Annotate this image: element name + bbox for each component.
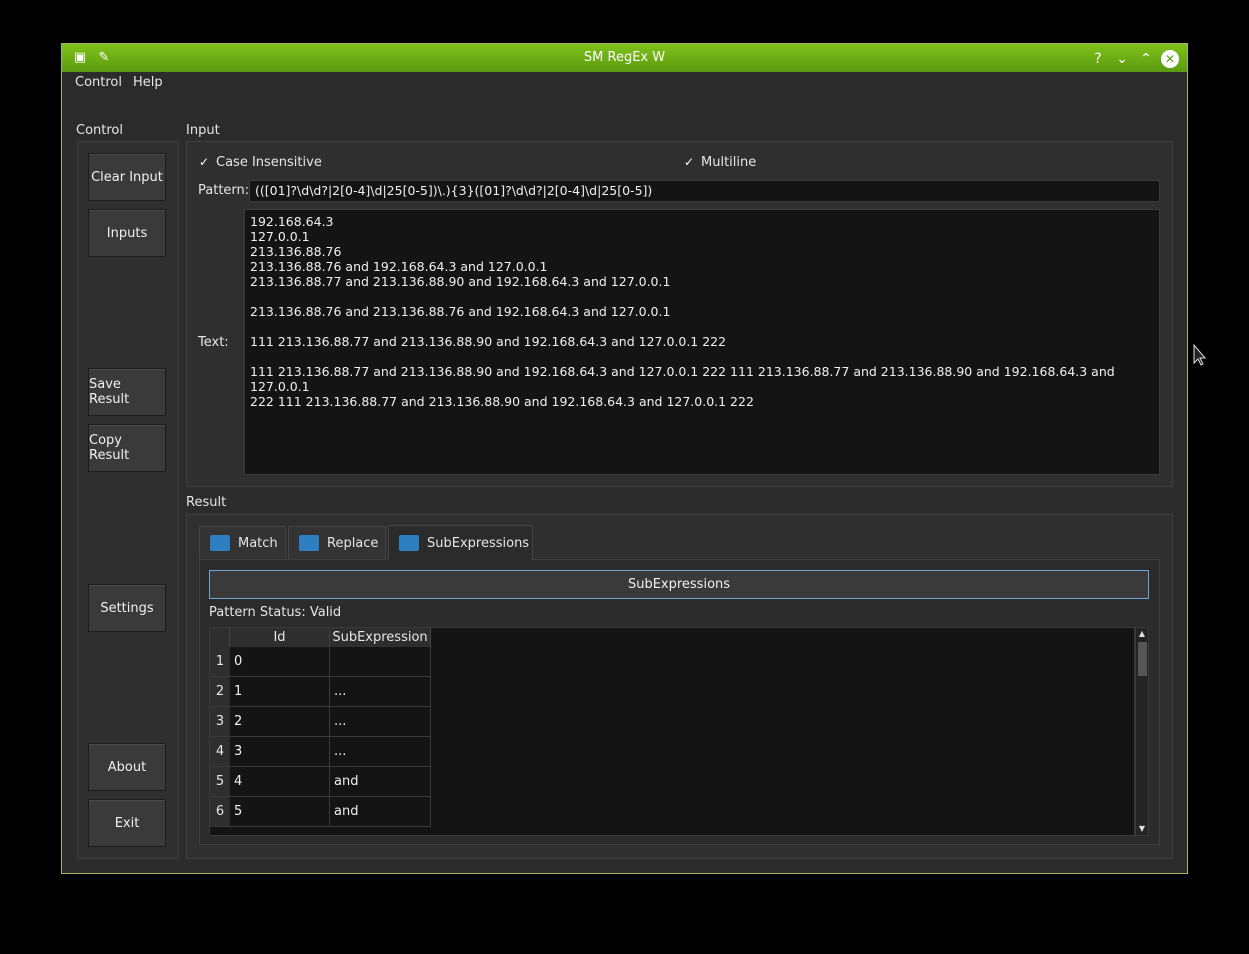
pattern-label: Pattern: <box>198 183 250 198</box>
row-number[interactable]: 6 <box>210 797 230 827</box>
result-group-title: Result <box>186 495 227 510</box>
checkmark-icon: ✓ <box>684 155 695 169</box>
checkmark-icon: ✓ <box>199 155 210 169</box>
window-title: SM RegEx W <box>583 50 666 65</box>
case-insensitive-checkbox[interactable]: ✓ Case Insensitive <box>199 155 322 170</box>
cell-subexpression[interactable]: and <box>330 797 431 827</box>
scroll-down-icon[interactable]: ▼ <box>1136 823 1148 835</box>
cell-id[interactable]: 0 <box>230 647 330 677</box>
cell-id[interactable]: 2 <box>230 707 330 737</box>
cell-subexpression[interactable]: and <box>330 767 431 797</box>
row-number[interactable]: 1 <box>210 647 230 677</box>
row-number[interactable]: 4 <box>210 737 230 767</box>
row-number[interactable]: 2 <box>210 677 230 707</box>
close-icon[interactable]: ✕ <box>1161 50 1179 68</box>
subexpressions-icon <box>399 535 419 551</box>
match-icon <box>210 535 230 551</box>
pattern-input[interactable]: (([01]?\d\d?|2[0-4]\d|25[0-5])\.){3}([01… <box>249 180 1160 202</box>
cell-subexpression[interactable]: ... <box>330 737 431 767</box>
tab-subexpressions[interactable]: SubExpressions <box>388 525 533 560</box>
mouse-cursor-icon <box>1193 344 1207 366</box>
cell-id[interactable]: 4 <box>230 767 330 797</box>
control-group-title: Control <box>76 123 123 138</box>
table-corner <box>210 628 230 647</box>
tab-subexpressions-label: SubExpressions <box>427 535 530 551</box>
cell-id[interactable]: 3 <box>230 737 330 767</box>
tab-match[interactable]: Match <box>199 526 286 559</box>
tab-match-label: Match <box>238 535 278 551</box>
scrollbar-thumb[interactable] <box>1138 642 1147 676</box>
settings-button[interactable]: Settings <box>88 584 166 632</box>
multiline-checkbox[interactable]: ✓ Multiline <box>684 155 756 170</box>
case-insensitive-label: Case Insensitive <box>216 155 322 170</box>
table-scrollbar[interactable]: ▲ ▼ <box>1135 627 1149 836</box>
text-label: Text: <box>198 335 229 350</box>
row-number[interactable]: 5 <box>210 767 230 797</box>
scroll-up-icon[interactable]: ▲ <box>1136 628 1148 640</box>
column-header-id[interactable]: Id <box>230 628 330 647</box>
multiline-label: Multiline <box>701 155 757 170</box>
clear-input-button[interactable]: Clear Input <box>88 153 166 201</box>
maximize-icon[interactable]: ⌃ <box>1137 50 1155 68</box>
menu-help[interactable]: Help <box>133 75 163 90</box>
subexpression-table[interactable]: Id SubExpression 1 0 2 1... 3 2... 4 3 ... 5 4 an… <box>209 627 1135 836</box>
subexpressions-button[interactable]: SubExpressions <box>209 570 1149 599</box>
menu-bar: Control Help <box>62 72 1187 94</box>
input-group-title: Input <box>186 123 220 138</box>
save-result-button[interactable]: Save Result <box>88 368 166 416</box>
column-header-subexpression[interactable]: SubExpression <box>330 628 431 647</box>
cell-id[interactable]: 5 <box>230 797 330 827</box>
title-bar[interactable]: ▣ ✎ SM RegEx W ? ⌄ ⌃ ✕ <box>62 44 1187 72</box>
row-number[interactable]: 3 <box>210 707 230 737</box>
exit-button[interactable]: Exit <box>88 799 166 847</box>
help-icon[interactable]: ? <box>1089 50 1107 68</box>
cell-subexpression[interactable]: ... <box>330 707 431 737</box>
tab-replace[interactable]: Replace <box>288 526 386 559</box>
tab-replace-label: Replace <box>327 535 379 551</box>
replace-icon <box>299 535 319 551</box>
cell-id[interactable]: 1 <box>230 677 330 707</box>
cell-subexpression[interactable]: ... <box>330 677 431 707</box>
minimize-icon[interactable]: ⌄ <box>1113 50 1131 68</box>
cell-subexpression[interactable] <box>330 647 431 677</box>
pattern-status: Pattern Status: Valid <box>209 605 342 620</box>
text-input[interactable]: 192.168.64.3 127.0.0.1 213.136.88.76 213… <box>244 209 1160 475</box>
about-button[interactable]: About <box>88 743 166 791</box>
copy-result-button[interactable]: Copy Result <box>88 424 166 472</box>
inputs-button[interactable]: Inputs <box>88 209 166 257</box>
menu-control[interactable]: Control <box>75 75 122 90</box>
